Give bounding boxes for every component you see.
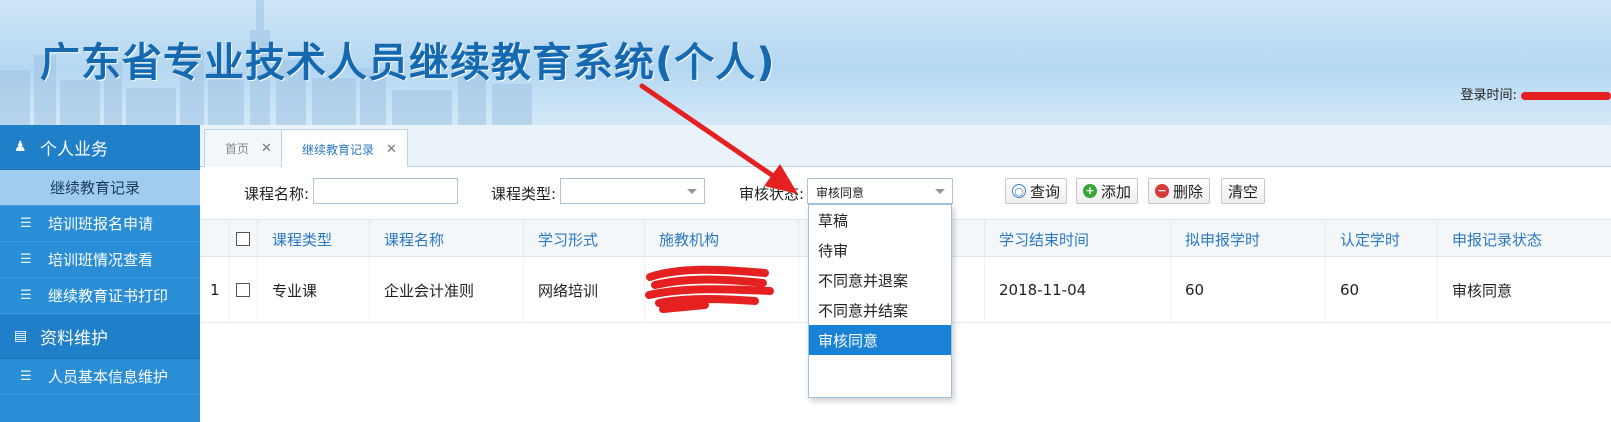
dropdown-option-pending[interactable]: 待审 (809, 235, 951, 265)
plus-icon: + (1083, 184, 1097, 198)
sidebar-item-label: 人员基本信息维护 (48, 368, 169, 386)
header-record-status[interactable]: 申报记录状态 (1438, 220, 1611, 258)
header-course-type[interactable]: 课程类型 (258, 220, 370, 258)
header-study-form[interactable]: 学习形式 (524, 220, 645, 258)
select-all-checkbox[interactable] (236, 232, 250, 246)
cell-end-time: 2018-11-04 (985, 257, 1171, 323)
chevron-down-icon (935, 189, 945, 194)
redacted-login-time (1521, 91, 1611, 100)
chevron-down-icon (687, 189, 697, 194)
cell-course-name: 企业会计准则 (370, 257, 524, 323)
book-icon: ▤ (14, 328, 28, 344)
header-approved-hours[interactable]: 认定学时 (1326, 220, 1438, 258)
login-time: 登录时间: (1460, 84, 1611, 103)
add-button[interactable]: + 添加 (1076, 178, 1139, 204)
cell-claimed-hours: 60 (1171, 257, 1326, 323)
clear-button[interactable]: 清空 (1221, 178, 1266, 204)
tab-home[interactable]: 首页 ✕ (204, 129, 283, 167)
header-course-name[interactable]: 课程名称 (370, 220, 524, 258)
redaction-scribble (645, 265, 774, 313)
cell-course-type: 专业课 (258, 257, 370, 323)
review-status-dropdown: 草稿 待审 不同意并退案 不同意并结案 审核同意 (808, 204, 952, 398)
sidebar-item-class-registration[interactable]: ☰ 培训班报名申请 (0, 206, 200, 242)
course-name-label: 课程名称: (244, 185, 310, 203)
sidebar-group-personal[interactable]: ♟ 个人业务 (0, 125, 200, 170)
review-status-label: 审核状态: (739, 185, 805, 203)
review-status-value: 审核同意 (816, 186, 865, 200)
close-icon[interactable]: ✕ (386, 142, 397, 157)
row-checkbox[interactable] (236, 283, 250, 297)
course-name-input[interactable] (313, 178, 458, 204)
dropdown-option-reject-close[interactable]: 不同意并结案 (809, 295, 951, 325)
sidebar: ♟ 个人业务 继续教育记录 ☰ 培训班报名申请 ☰ 培训班情况查看 ☰ 继续教育… (0, 125, 200, 422)
sidebar-item-label: 继续教育证书打印 (48, 287, 169, 305)
login-time-label: 登录时间: (1460, 88, 1521, 103)
list-icon: ☰ (20, 252, 32, 267)
header-banner: 广东省专业技术人员继续教育系统(个人) 登录时间: (0, 0, 1611, 125)
header-end-time[interactable]: 学习结束时间 (985, 220, 1171, 258)
delete-button[interactable]: − 删除 (1148, 178, 1211, 204)
row-index: 1 (200, 257, 230, 323)
clear-button-label: 清空 (1228, 182, 1259, 201)
header-claimed-hours[interactable]: 拟申报学时 (1171, 220, 1326, 258)
cell-approved-hours: 60 (1326, 257, 1438, 323)
sidebar-group-data-maintenance[interactable]: ▤ 资料维护 (0, 314, 200, 359)
list-icon: ☰ (20, 288, 32, 303)
index-header (200, 220, 230, 258)
tab-bar: 首页 ✕ 继续教育记录 ✕ (200, 125, 1611, 168)
sidebar-item-label: 继续教育记录 (50, 179, 141, 197)
dropdown-option-draft[interactable]: 草稿 (809, 205, 951, 235)
tab-label: 继续教育记录 (302, 142, 375, 157)
cell-study-form: 网络培训 (524, 257, 645, 323)
sidebar-group-label: 资料维护 (40, 328, 108, 349)
sidebar-item-education-records[interactable]: 继续教育记录 (0, 170, 200, 206)
tab-education-records[interactable]: 继续教育记录 ✕ (281, 129, 408, 168)
sidebar-item-label: 培训班情况查看 (48, 251, 154, 269)
sidebar-item-class-status[interactable]: ☰ 培训班情况查看 (0, 242, 200, 278)
list-icon: ☰ (20, 369, 32, 384)
list-icon: ☰ (20, 216, 32, 231)
select-all-cell (230, 220, 258, 258)
sidebar-item-label: 培训班报名申请 (48, 215, 154, 233)
query-button-label: 查询 (1030, 182, 1061, 201)
person-icon: ♟ (14, 139, 27, 155)
search-icon: ○ (1012, 184, 1026, 198)
course-type-label: 课程类型: (491, 185, 557, 203)
sidebar-item-certificate-print[interactable]: ☰ 继续教育证书打印 (0, 278, 200, 314)
tab-label: 首页 (225, 142, 250, 156)
system-title: 广东省专业技术人员继续教育系统(个人) (40, 40, 776, 86)
cell-record-status: 审核同意 (1452, 281, 1513, 300)
row-select-cell (230, 257, 258, 323)
course-type-select[interactable] (560, 178, 705, 204)
dropdown-option-approved[interactable]: 审核同意 (809, 325, 951, 355)
sidebar-group-label: 个人业务 (40, 139, 108, 160)
header-institution[interactable]: 施教机构 (645, 220, 799, 258)
add-button-label: 添加 (1101, 182, 1132, 201)
minus-icon: − (1155, 184, 1169, 198)
close-icon[interactable]: ✕ (261, 141, 272, 156)
review-status-select[interactable]: 审核同意 (807, 178, 953, 204)
delete-button-label: 删除 (1173, 182, 1204, 201)
sidebar-item-basic-info[interactable]: ☰ 人员基本信息维护 (0, 359, 200, 395)
query-button[interactable]: ○ 查询 (1005, 178, 1068, 204)
dropdown-option-reject-return[interactable]: 不同意并退案 (809, 265, 951, 295)
